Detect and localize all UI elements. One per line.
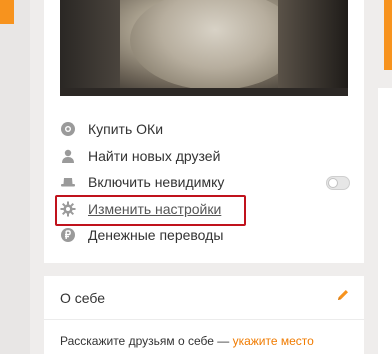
coin-icon (60, 121, 76, 137)
pencil-icon[interactable] (336, 288, 350, 307)
about-prompt: Расскажите друзьям о себе — укажите мест… (60, 334, 314, 348)
hat-icon (60, 174, 76, 190)
about-title: О себе (60, 290, 106, 306)
ruble-icon (60, 227, 76, 243)
person-icon (60, 148, 76, 164)
photo-subject (130, 0, 300, 90)
menu-item-label: Денежные переводы (88, 227, 224, 244)
left-accent-strip (0, 0, 14, 24)
right-accent-strip (384, 0, 392, 70)
profile-menu: Купить ОКи Найти новых друзей Включить н… (60, 116, 360, 249)
about-prompt-text: Расскажите друзьям о себе — (60, 334, 233, 348)
photo-bottom-edge (60, 88, 348, 96)
settings-highlight-box (55, 195, 246, 226)
right-side-panel (378, 88, 392, 354)
photo-shadow-left (60, 0, 120, 96)
menu-item-label: Включить невидимку (88, 174, 225, 191)
left-column-background (0, 0, 30, 354)
menu-item-label: Купить ОКи (88, 121, 164, 138)
about-card: О себе Расскажите друзьям о себе — укажи… (44, 276, 364, 354)
menu-item-label: Найти новых друзей (88, 147, 221, 164)
about-divider (44, 319, 364, 320)
menu-item-invisible[interactable]: Включить невидимку (60, 169, 360, 196)
photo-shadow-right (278, 0, 348, 96)
profile-photo[interactable] (60, 0, 348, 96)
invisible-toggle[interactable] (326, 176, 350, 190)
menu-item-find-friends[interactable]: Найти новых друзей (60, 143, 360, 170)
about-place-link[interactable]: укажите место (233, 334, 314, 348)
toggle-knob (328, 178, 338, 188)
menu-item-buy-oki[interactable]: Купить ОКи (60, 116, 360, 143)
